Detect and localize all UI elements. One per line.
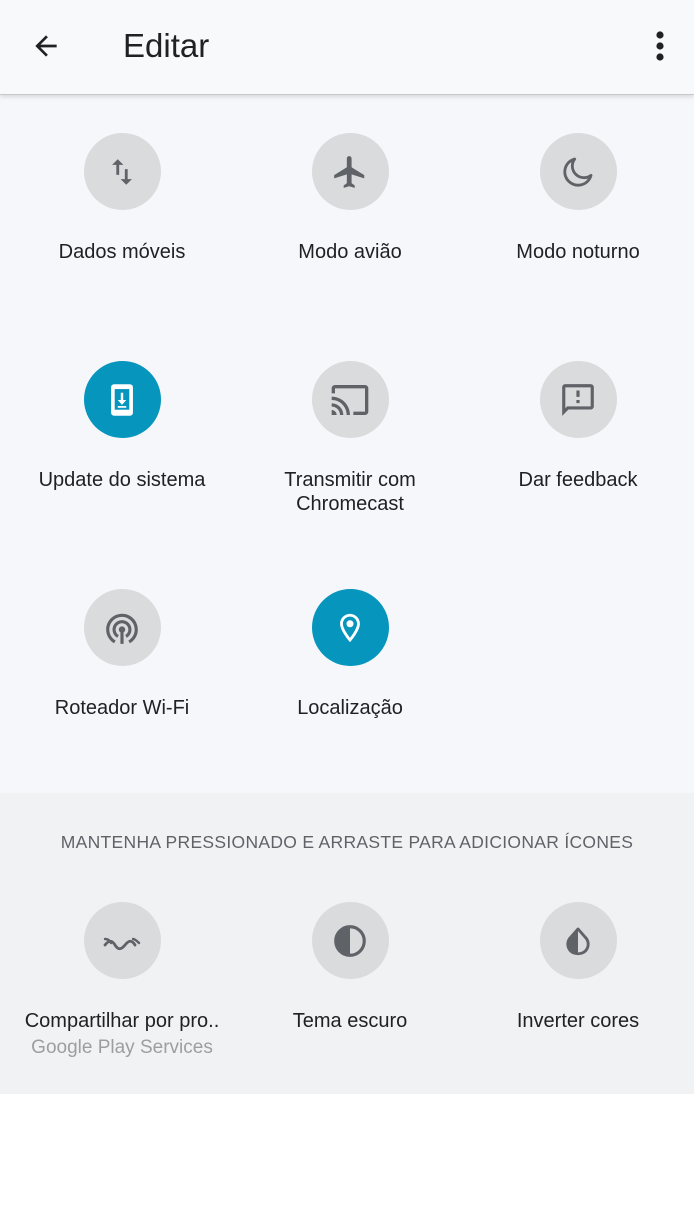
tile-cast-button[interactable]	[311, 361, 389, 438]
tile-label: Localização	[297, 697, 403, 719]
tile-label: Dar feedback	[518, 469, 638, 491]
tile-airplane-mode: Modo avião	[235, 133, 465, 264]
app-bar: Editar	[0, 0, 694, 95]
moon-icon	[563, 157, 593, 187]
tile-wifi-hotspot: Roteador Wi-Fi	[7, 589, 237, 720]
arrow-back-icon	[35, 35, 57, 57]
dark-theme-icon	[334, 924, 366, 957]
tile-night-mode-button[interactable]	[539, 133, 617, 210]
invert-colors-icon	[566, 927, 590, 955]
tile-wifi-hotspot-button[interactable]	[83, 589, 161, 666]
more-options-button[interactable]	[640, 22, 680, 70]
tile-label: Update do sistema	[38, 469, 206, 491]
more-vert-icon	[656, 31, 664, 61]
tile-system-update-button[interactable]	[83, 361, 161, 438]
tile-label: Modo avião	[298, 241, 402, 263]
hotspot-icon	[106, 613, 138, 644]
tile-label: Inverter cores	[516, 1010, 640, 1032]
tile-cast: Transmitir com Chromecast	[235, 361, 465, 516]
tile-system-update: Update do sistema	[7, 361, 237, 492]
tile-mobile-data-button[interactable]	[83, 133, 161, 210]
tile-invert-colors-button[interactable]	[539, 902, 617, 979]
page-title: Editar	[123, 27, 210, 64]
tile-night-mode: Modo noturno	[463, 133, 693, 264]
mobile-data-icon	[112, 158, 132, 185]
nearby-share-icon	[103, 937, 141, 950]
tile-location: Localização	[235, 589, 465, 720]
tile-feedback: Dar feedback	[463, 361, 693, 492]
tile-label: Roteador Wi-Fi	[54, 697, 190, 719]
tile-nearby-share: Compartilhar por pro.. Google Play Servi…	[7, 902, 237, 1059]
tile-label: Compartilhar por pro..	[24, 1010, 220, 1032]
tile-nearby-share-button[interactable]	[83, 902, 161, 979]
tile-dark-theme: Tema escuro	[235, 902, 465, 1033]
tile-mobile-data: Dados móveis	[7, 133, 237, 264]
tile-label: Transmitir com Chromecast	[284, 469, 416, 515]
tile-sublabel: Google Play Services	[31, 1037, 213, 1058]
tile-label: Dados móveis	[58, 241, 186, 263]
system-update-icon	[111, 383, 133, 416]
tile-dark-theme-button[interactable]	[311, 902, 389, 979]
back-button[interactable]	[18, 22, 74, 70]
drag-instructions-header: MANTENHA PRESSIONADO E ARRASTE PARA ADIC…	[60, 832, 634, 852]
tile-feedback-button[interactable]	[539, 361, 617, 438]
tile-location-button[interactable]	[311, 589, 389, 666]
airplane-icon	[334, 155, 365, 188]
cast-icon	[331, 384, 369, 415]
location-pin-icon	[340, 613, 360, 642]
tile-airplane-mode-button[interactable]	[311, 133, 389, 210]
tile-label: Tema escuro	[292, 1010, 408, 1032]
feedback-icon	[562, 383, 594, 416]
tile-label: Modo noturno	[516, 241, 640, 263]
tile-invert-colors: Inverter cores	[463, 902, 693, 1033]
